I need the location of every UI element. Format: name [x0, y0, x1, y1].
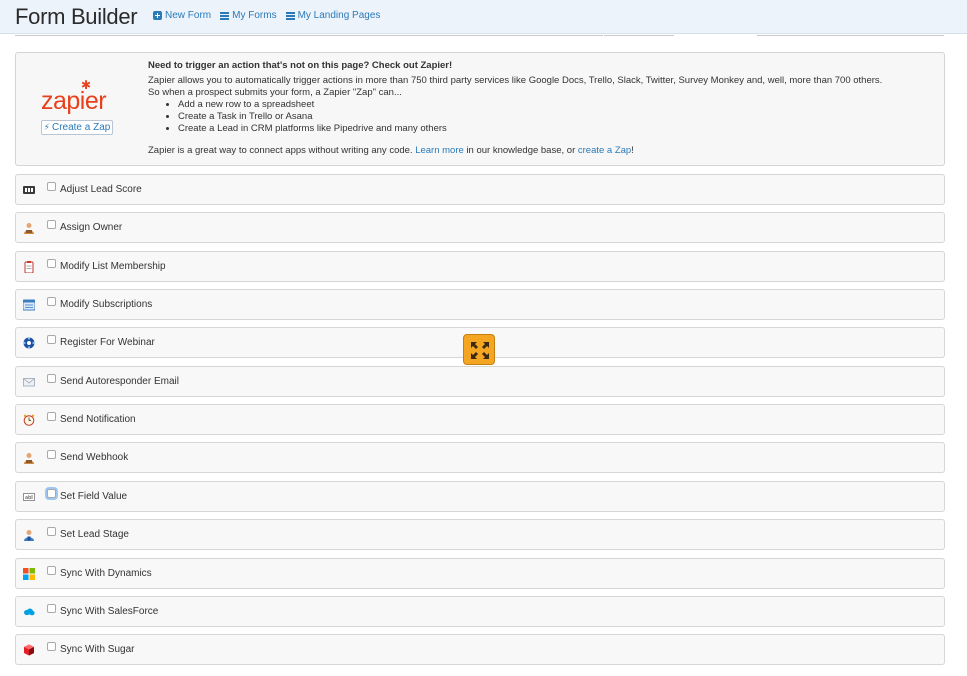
action-label: Sync With Dynamics	[60, 568, 152, 579]
action-label: Send Webhook	[60, 452, 129, 463]
expand-arrows-icon	[471, 342, 489, 359]
action-label: Send Autoresponder Email	[60, 376, 179, 387]
list-icon	[220, 11, 230, 20]
checkbox[interactable]	[47, 450, 56, 459]
action-row-sync-with-dynamics[interactable]: Sync With Dynamics	[15, 558, 945, 589]
action-row-adjust-lead-score[interactable]: Adjust Lead Score	[15, 174, 945, 205]
action-row-send-autoresponder-email[interactable]: Send Autoresponder Email	[15, 366, 945, 397]
list-item: Create a Lead in CRM platforms like Pipe…	[178, 123, 938, 135]
owner-icon	[24, 223, 34, 234]
action-row-send-notification[interactable]: Send Notification	[15, 404, 945, 435]
action-label: Assign Owner	[60, 222, 123, 233]
lead-stage-icon	[24, 530, 34, 541]
list-item: Add a new row to a spreadsheet	[178, 99, 938, 111]
zapier-heading: Need to trigger an action that's not on …	[148, 60, 453, 71]
learn-more-link[interactable]: Learn more	[415, 145, 464, 156]
my-landing-pages-label: My Landing Pages	[297, 10, 381, 21]
zapier-intro-line1: Zapier allows you to automatically trigg…	[148, 75, 883, 86]
microsoft-icon	[23, 568, 35, 580]
envelope-icon	[23, 378, 35, 387]
my-forms-link[interactable]: My Forms	[220, 10, 277, 21]
lightning-icon: ⚡	[43, 122, 50, 132]
action-row-send-webhook[interactable]: Send Webhook	[15, 442, 945, 473]
checkbox[interactable]	[47, 604, 56, 613]
text-field-icon: ab	[23, 493, 35, 501]
footer-text: in our knowledge base, or	[466, 145, 576, 156]
checkbox[interactable]	[47, 412, 56, 421]
cropped-field-edge	[604, 35, 674, 36]
action-row-assign-owner[interactable]: Assign Owner	[15, 212, 945, 243]
action-label: Register For Webinar	[60, 337, 155, 348]
create-a-zap-label: Create a Zap	[51, 122, 111, 133]
plus-icon	[153, 11, 162, 20]
new-form-label: New Form	[165, 10, 212, 21]
expand-fullscreen-button[interactable]	[463, 334, 495, 365]
list-item: Create a Task in Trello or Asana	[178, 111, 938, 123]
cropped-field-edge	[757, 35, 944, 36]
checkbox[interactable]	[47, 642, 56, 651]
list-icon	[285, 11, 295, 20]
score-icon	[23, 186, 35, 194]
checkbox[interactable]	[47, 182, 56, 191]
alarm-clock-icon	[23, 414, 35, 426]
action-row-sync-with-salesforce[interactable]: Sync With SalesForce	[15, 596, 945, 627]
checkbox[interactable]	[47, 566, 56, 575]
salesforce-icon	[24, 608, 35, 616]
action-row-set-lead-stage[interactable]: Set Lead Stage	[15, 519, 945, 550]
action-label: Sync With Sugar	[60, 644, 135, 655]
cropped-field-edge	[15, 35, 603, 36]
action-row-modify-subscriptions[interactable]: Modify Subscriptions	[15, 289, 945, 320]
checkbox[interactable]	[47, 335, 56, 344]
checkbox[interactable]	[47, 259, 56, 268]
checkbox[interactable]	[47, 489, 56, 498]
new-form-link[interactable]: New Form	[153, 10, 211, 21]
zapier-description: Need to trigger an action that's not on …	[148, 60, 938, 157]
app-title: Form Builder	[15, 4, 138, 29]
my-forms-label: My Forms	[232, 10, 277, 21]
subscriptions-icon	[23, 299, 35, 311]
zapier-intro-line2: So when a prospect submits your form, a …	[148, 87, 402, 98]
action-label: Modify List Membership	[60, 261, 166, 272]
zapier-promo-box: ✱ zapier ⚡ Create a Zap Need to trigger …	[15, 52, 945, 166]
top-bar: Form Builder New Form My Forms My Landin…	[0, 0, 967, 34]
action-label: Set Lead Stage	[60, 529, 129, 540]
my-landing-pages-link[interactable]: My Landing Pages	[285, 10, 381, 21]
action-label: Send Notification	[60, 414, 136, 425]
zapier-bullet-list: Add a new row to a spreadsheet Create a …	[178, 99, 938, 135]
action-label: Sync With SalesForce	[60, 606, 159, 617]
action-label: Modify Subscriptions	[60, 299, 153, 310]
create-a-zap-button[interactable]: ⚡ Create a Zap	[41, 120, 113, 135]
clipboard-icon	[24, 261, 34, 273]
action-label: Adjust Lead Score	[60, 184, 142, 195]
zapier-logo: zapier	[41, 87, 107, 115]
checkbox[interactable]	[47, 527, 56, 536]
create-a-zap-link[interactable]: create a Zap	[578, 145, 631, 156]
checkbox[interactable]	[47, 374, 56, 383]
zapier-footer: Zapier is a great way to connect apps wi…	[148, 145, 938, 157]
checkbox[interactable]	[47, 220, 56, 229]
webhook-icon	[24, 453, 34, 464]
action-row-sync-with-sugar[interactable]: Sync With Sugar	[15, 634, 945, 665]
action-row-set-field-value[interactable]: ab Set Field Value	[15, 481, 945, 512]
svg-text:ab: ab	[25, 495, 31, 501]
action-row-modify-list-membership[interactable]: Modify List Membership	[15, 251, 945, 282]
action-label: Set Field Value	[60, 491, 128, 502]
webinar-icon	[23, 337, 35, 349]
top-nav: New Form My Forms My Landing Pages	[153, 10, 380, 21]
footer-text: Zapier is a great way to connect apps wi…	[148, 145, 413, 156]
checkbox[interactable]	[47, 297, 56, 306]
sugar-icon	[24, 644, 34, 656]
footer-text: !	[631, 145, 634, 156]
